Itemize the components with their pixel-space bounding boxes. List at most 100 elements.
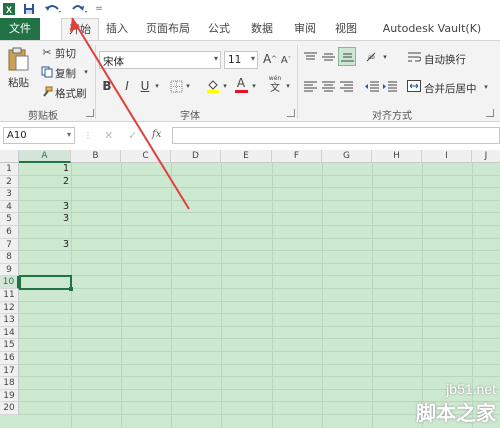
undo-icon[interactable]	[40, 0, 66, 18]
row-header[interactable]: 18	[0, 377, 19, 390]
tab-view[interactable]: 视图	[330, 18, 362, 40]
column-header-j[interactable]: J	[472, 150, 500, 163]
select-all-corner[interactable]	[0, 150, 19, 163]
row-header[interactable]: 12	[0, 301, 19, 315]
row-header[interactable]: 16	[0, 352, 19, 365]
row-header[interactable]: 1	[0, 163, 19, 176]
underline-button[interactable]: U	[137, 78, 153, 94]
formula-input[interactable]	[172, 127, 500, 144]
row-header[interactable]: 4	[0, 200, 19, 214]
row-header[interactable]: 5	[0, 213, 19, 226]
name-box-dropdown-icon[interactable]: ▾	[67, 130, 71, 139]
italic-button[interactable]: I	[119, 78, 135, 94]
format-painter-label[interactable]: 格式刷	[55, 86, 87, 101]
save-icon[interactable]	[18, 0, 40, 18]
paste-button-label[interactable]: 粘贴	[8, 75, 29, 90]
cell-value[interactable]: 2	[19, 176, 69, 189]
row-header[interactable]: 3	[0, 188, 19, 201]
row-header[interactable]: 9	[0, 263, 19, 277]
cell-value[interactable]: 3	[19, 239, 69, 252]
tab-file[interactable]: 文件	[0, 18, 40, 40]
row-header[interactable]: 14	[0, 326, 19, 340]
decrease-indent-icon[interactable]	[364, 78, 380, 94]
bold-button[interactable]: B	[99, 78, 115, 94]
row-header[interactable]: 2	[0, 175, 19, 189]
row-header[interactable]: 17	[0, 364, 19, 378]
merge-center-icon[interactable]	[406, 78, 422, 94]
tab-home[interactable]: 开始	[61, 18, 99, 41]
column-header-g[interactable]: G	[322, 150, 372, 163]
orientation-icon[interactable]: ab	[364, 49, 380, 65]
confirm-entry-icon[interactable]: ✓	[128, 129, 137, 142]
customize-qat-icon[interactable]: =	[92, 0, 106, 18]
font-color-dropdown-icon[interactable]: ▾	[250, 80, 258, 92]
merge-center-dropdown-icon[interactable]: ▾	[482, 82, 490, 92]
row-header[interactable]: 10	[0, 276, 19, 289]
increase-indent-icon[interactable]	[382, 78, 398, 94]
cancel-entry-icon[interactable]: ✕	[104, 129, 113, 142]
tab-insert[interactable]: 插入	[100, 18, 134, 40]
underline-dropdown-icon[interactable]: ▾	[153, 80, 161, 92]
copy-icon[interactable]	[40, 65, 54, 79]
clipboard-launcher-icon[interactable]	[86, 109, 94, 117]
border-dropdown-icon[interactable]: ▾	[184, 80, 192, 92]
grow-font-icon[interactable]: A ^	[263, 51, 277, 67]
phonetic-dropdown-icon[interactable]: ▾	[284, 80, 292, 92]
shrink-font-icon[interactable]: Aˇ	[279, 52, 293, 68]
column-header-a[interactable]: A	[19, 150, 71, 163]
paste-icon[interactable]	[6, 45, 30, 73]
font-size-combo[interactable]: 11 ▾	[224, 51, 258, 69]
copy-dropdown-icon[interactable]: ▾	[82, 68, 90, 76]
cell-value[interactable]: 3	[19, 201, 69, 214]
font-color-icon[interactable]: A	[233, 76, 249, 94]
row-header[interactable]: 11	[0, 289, 19, 302]
cut-button-label[interactable]: 剪切	[55, 46, 76, 61]
cut-icon[interactable]: ✂	[40, 45, 54, 59]
row-header[interactable]: 15	[0, 339, 19, 352]
align-center-icon[interactable]	[320, 78, 336, 94]
font-launcher-icon[interactable]	[287, 109, 295, 117]
row-header[interactable]: 8	[0, 251, 19, 264]
align-right-icon[interactable]	[338, 78, 354, 94]
align-bottom-icon[interactable]	[338, 47, 356, 66]
merge-center-label[interactable]: 合并后居中	[424, 81, 477, 96]
copy-button-label[interactable]: 复制	[55, 66, 76, 81]
row-header[interactable]: 20	[0, 402, 19, 415]
insert-function-icon[interactable]: fx	[152, 129, 161, 140]
wrap-text-label[interactable]: 自动换行	[424, 52, 466, 67]
alignment-launcher-icon[interactable]	[486, 109, 494, 117]
column-header-b[interactable]: B	[71, 150, 121, 163]
column-header-f[interactable]: F	[272, 150, 322, 163]
name-box[interactable]: A10 ▾	[3, 127, 75, 144]
tab-autodesk-vault[interactable]: Autodesk Vault(K)	[364, 18, 500, 40]
format-painter-icon[interactable]	[40, 85, 54, 99]
tab-review[interactable]: 审阅	[288, 18, 322, 40]
fill-color-icon[interactable]	[205, 78, 221, 94]
align-top-icon[interactable]	[302, 49, 318, 65]
tab-data[interactable]: 数据	[246, 18, 278, 40]
selected-cell-border[interactable]	[19, 275, 72, 290]
fill-handle[interactable]	[69, 287, 73, 291]
cell-value[interactable]: 1	[19, 163, 69, 176]
column-header-d[interactable]: D	[171, 150, 221, 163]
row-header[interactable]: 13	[0, 314, 19, 327]
tab-page-layout[interactable]: 页面布局	[140, 18, 196, 40]
fill-color-dropdown-icon[interactable]: ▾	[221, 80, 229, 92]
font-size-dropdown-icon[interactable]: ▾	[251, 54, 255, 63]
orientation-dropdown-icon[interactable]: ▾	[381, 52, 389, 62]
column-header-i[interactable]: I	[422, 150, 472, 163]
column-header-e[interactable]: E	[221, 150, 272, 163]
row-header[interactable]: 7	[0, 238, 19, 252]
align-left-icon[interactable]	[302, 78, 318, 94]
column-header-h[interactable]: H	[372, 150, 422, 163]
column-header-c[interactable]: C	[121, 150, 171, 163]
phonetic-guide-icon[interactable]: wén 文	[266, 74, 284, 96]
border-icon[interactable]	[168, 78, 184, 94]
row-header[interactable]: 19	[0, 389, 19, 403]
font-name-combo[interactable]: 宋体 ▾	[99, 51, 221, 69]
align-middle-icon[interactable]	[320, 49, 336, 65]
wrap-text-icon[interactable]	[406, 49, 422, 65]
font-name-dropdown-icon[interactable]: ▾	[214, 54, 218, 63]
redo-icon[interactable]	[66, 0, 92, 18]
cell-value[interactable]: 3	[19, 213, 69, 226]
